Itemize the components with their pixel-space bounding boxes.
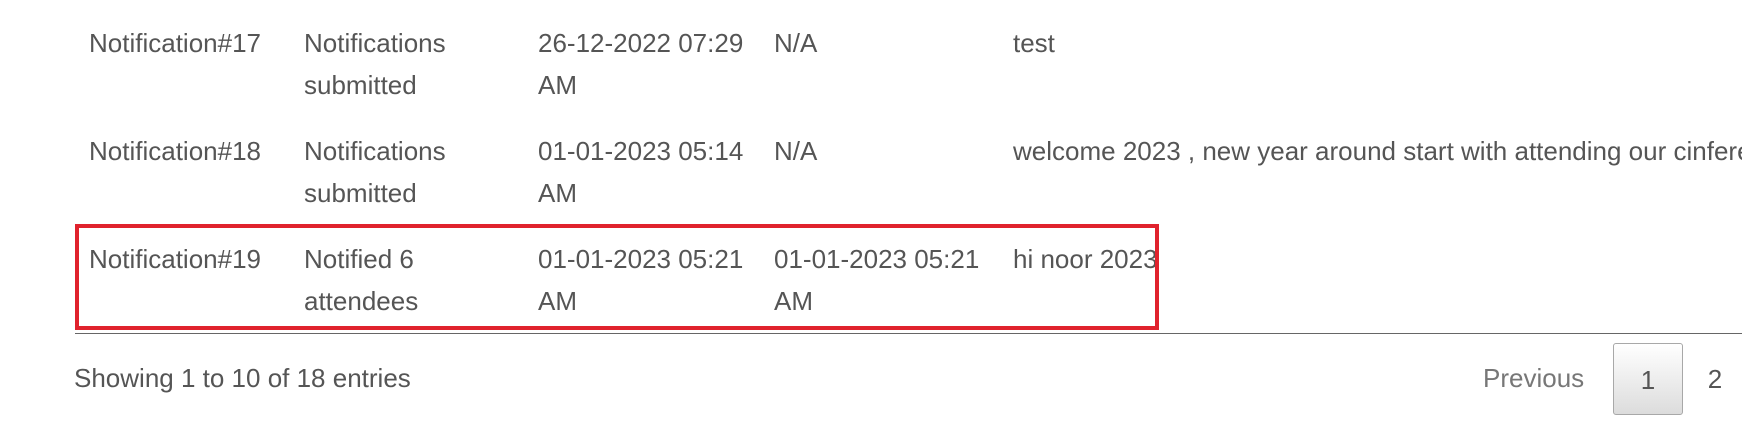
notification-sent-date: N/A bbox=[774, 136, 818, 166]
pagination: Previous 1 2 bbox=[1460, 343, 1742, 415]
highlight-box bbox=[75, 224, 1159, 330]
notification-created-date: 01-01-2023 05:14 AM bbox=[538, 136, 744, 208]
notification-status: Notifications submitted bbox=[304, 136, 446, 208]
notification-created-date: 26-12-2022 07:29 AM bbox=[538, 28, 744, 100]
table-divider bbox=[75, 333, 1742, 334]
previous-button[interactable]: Previous bbox=[1483, 356, 1584, 400]
notification-sent-date: N/A bbox=[774, 28, 818, 58]
table-row: Notification#17 Notifications submitted … bbox=[0, 22, 1742, 122]
page-button-1[interactable]: 1 bbox=[1613, 343, 1683, 415]
notification-message: test bbox=[1013, 28, 1055, 58]
entries-info: Showing 1 to 10 of 18 entries bbox=[74, 363, 411, 393]
notification-name: Notification#17 bbox=[89, 28, 261, 58]
notification-name: Notification#18 bbox=[89, 136, 261, 166]
notification-status: Notifications submitted bbox=[304, 28, 446, 100]
table-row: Notification#18 Notifications submitted … bbox=[0, 130, 1742, 230]
page-button-2[interactable]: 2 bbox=[1685, 343, 1742, 415]
notification-message: welcome 2023 , new year around start wit… bbox=[1013, 136, 1742, 166]
